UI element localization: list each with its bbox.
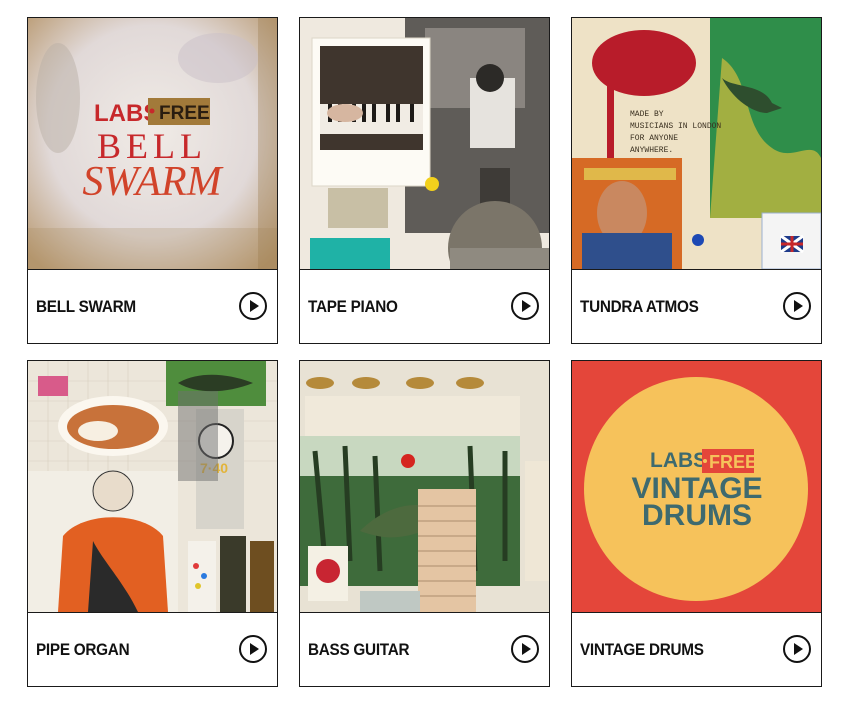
card-footer: TUNDRA ATMOS — [572, 269, 821, 344]
art-text-3: FOR ANYONE — [630, 134, 678, 143]
play-button[interactable] — [511, 292, 539, 320]
card-title[interactable]: BELL SWARM — [36, 270, 136, 344]
product-card-tundra-atmos[interactable]: MADE BY MUSICIANS IN LONDON FOR ANYONE A… — [571, 17, 822, 344]
product-artwork[interactable]: LABS FREE VINTAGE DRUMS — [572, 361, 821, 612]
play-button[interactable] — [511, 635, 539, 663]
art-text-4: ANYWHERE. — [630, 146, 673, 155]
card-footer: PIPE ORGAN — [28, 612, 277, 687]
card-title[interactable]: TAPE PIANO — [308, 270, 398, 344]
free-badge-text: FREE — [159, 103, 210, 124]
artwork-illustration — [300, 361, 549, 612]
free-badge-text: FREE — [709, 452, 757, 472]
artwork-illustration: LABS FREE VINTAGE DRUMS — [572, 361, 821, 612]
labs-badge-text: LABS — [650, 449, 707, 472]
artwork-illustration — [300, 18, 549, 269]
product-artwork[interactable]: 7·40 — [28, 361, 277, 612]
product-card-vintage-drums[interactable]: LABS FREE VINTAGE DRUMS VINTAGE DRUMS — [571, 360, 822, 687]
art-title-line2: SWARM — [82, 159, 223, 205]
product-card-pipe-organ[interactable]: 7·40 PIPE ORGAN — [27, 360, 278, 687]
card-footer: BASS GUITAR — [300, 612, 549, 687]
product-artwork[interactable] — [300, 361, 549, 612]
card-footer: TAPE PIANO — [300, 269, 549, 344]
play-button[interactable] — [783, 635, 811, 663]
product-artwork[interactable]: LABS FREE BELL SWARM — [28, 18, 277, 269]
product-artwork[interactable] — [300, 18, 549, 269]
card-title[interactable]: PIPE ORGAN — [36, 613, 130, 687]
play-button[interactable] — [783, 292, 811, 320]
product-card-bass-guitar[interactable]: BASS GUITAR — [299, 360, 550, 687]
play-button[interactable] — [239, 292, 267, 320]
product-artwork[interactable]: MADE BY MUSICIANS IN LONDON FOR ANYONE A… — [572, 18, 821, 269]
play-button[interactable] — [239, 635, 267, 663]
product-card-bell-swarm[interactable]: LABS FREE BELL SWARM BELL SWARM — [27, 17, 278, 344]
artwork-illustration: 7·40 — [28, 361, 277, 612]
card-footer: VINTAGE DRUMS — [572, 612, 821, 687]
art-text-1: MADE BY — [630, 110, 664, 119]
art-title-line2: DRUMS — [642, 499, 752, 532]
card-title[interactable]: BASS GUITAR — [308, 613, 410, 687]
artwork-illustration: LABS FREE BELL SWARM — [28, 18, 277, 269]
card-footer: BELL SWARM — [28, 269, 277, 344]
product-card-tape-piano[interactable]: TAPE PIANO — [299, 17, 550, 344]
art-text-2: MUSICIANS IN LONDON — [630, 122, 721, 131]
card-title[interactable]: TUNDRA ATMOS — [580, 270, 699, 344]
artwork-illustration: MADE BY MUSICIANS IN LONDON FOR ANYONE A… — [572, 18, 821, 269]
card-title[interactable]: VINTAGE DRUMS — [580, 613, 704, 687]
